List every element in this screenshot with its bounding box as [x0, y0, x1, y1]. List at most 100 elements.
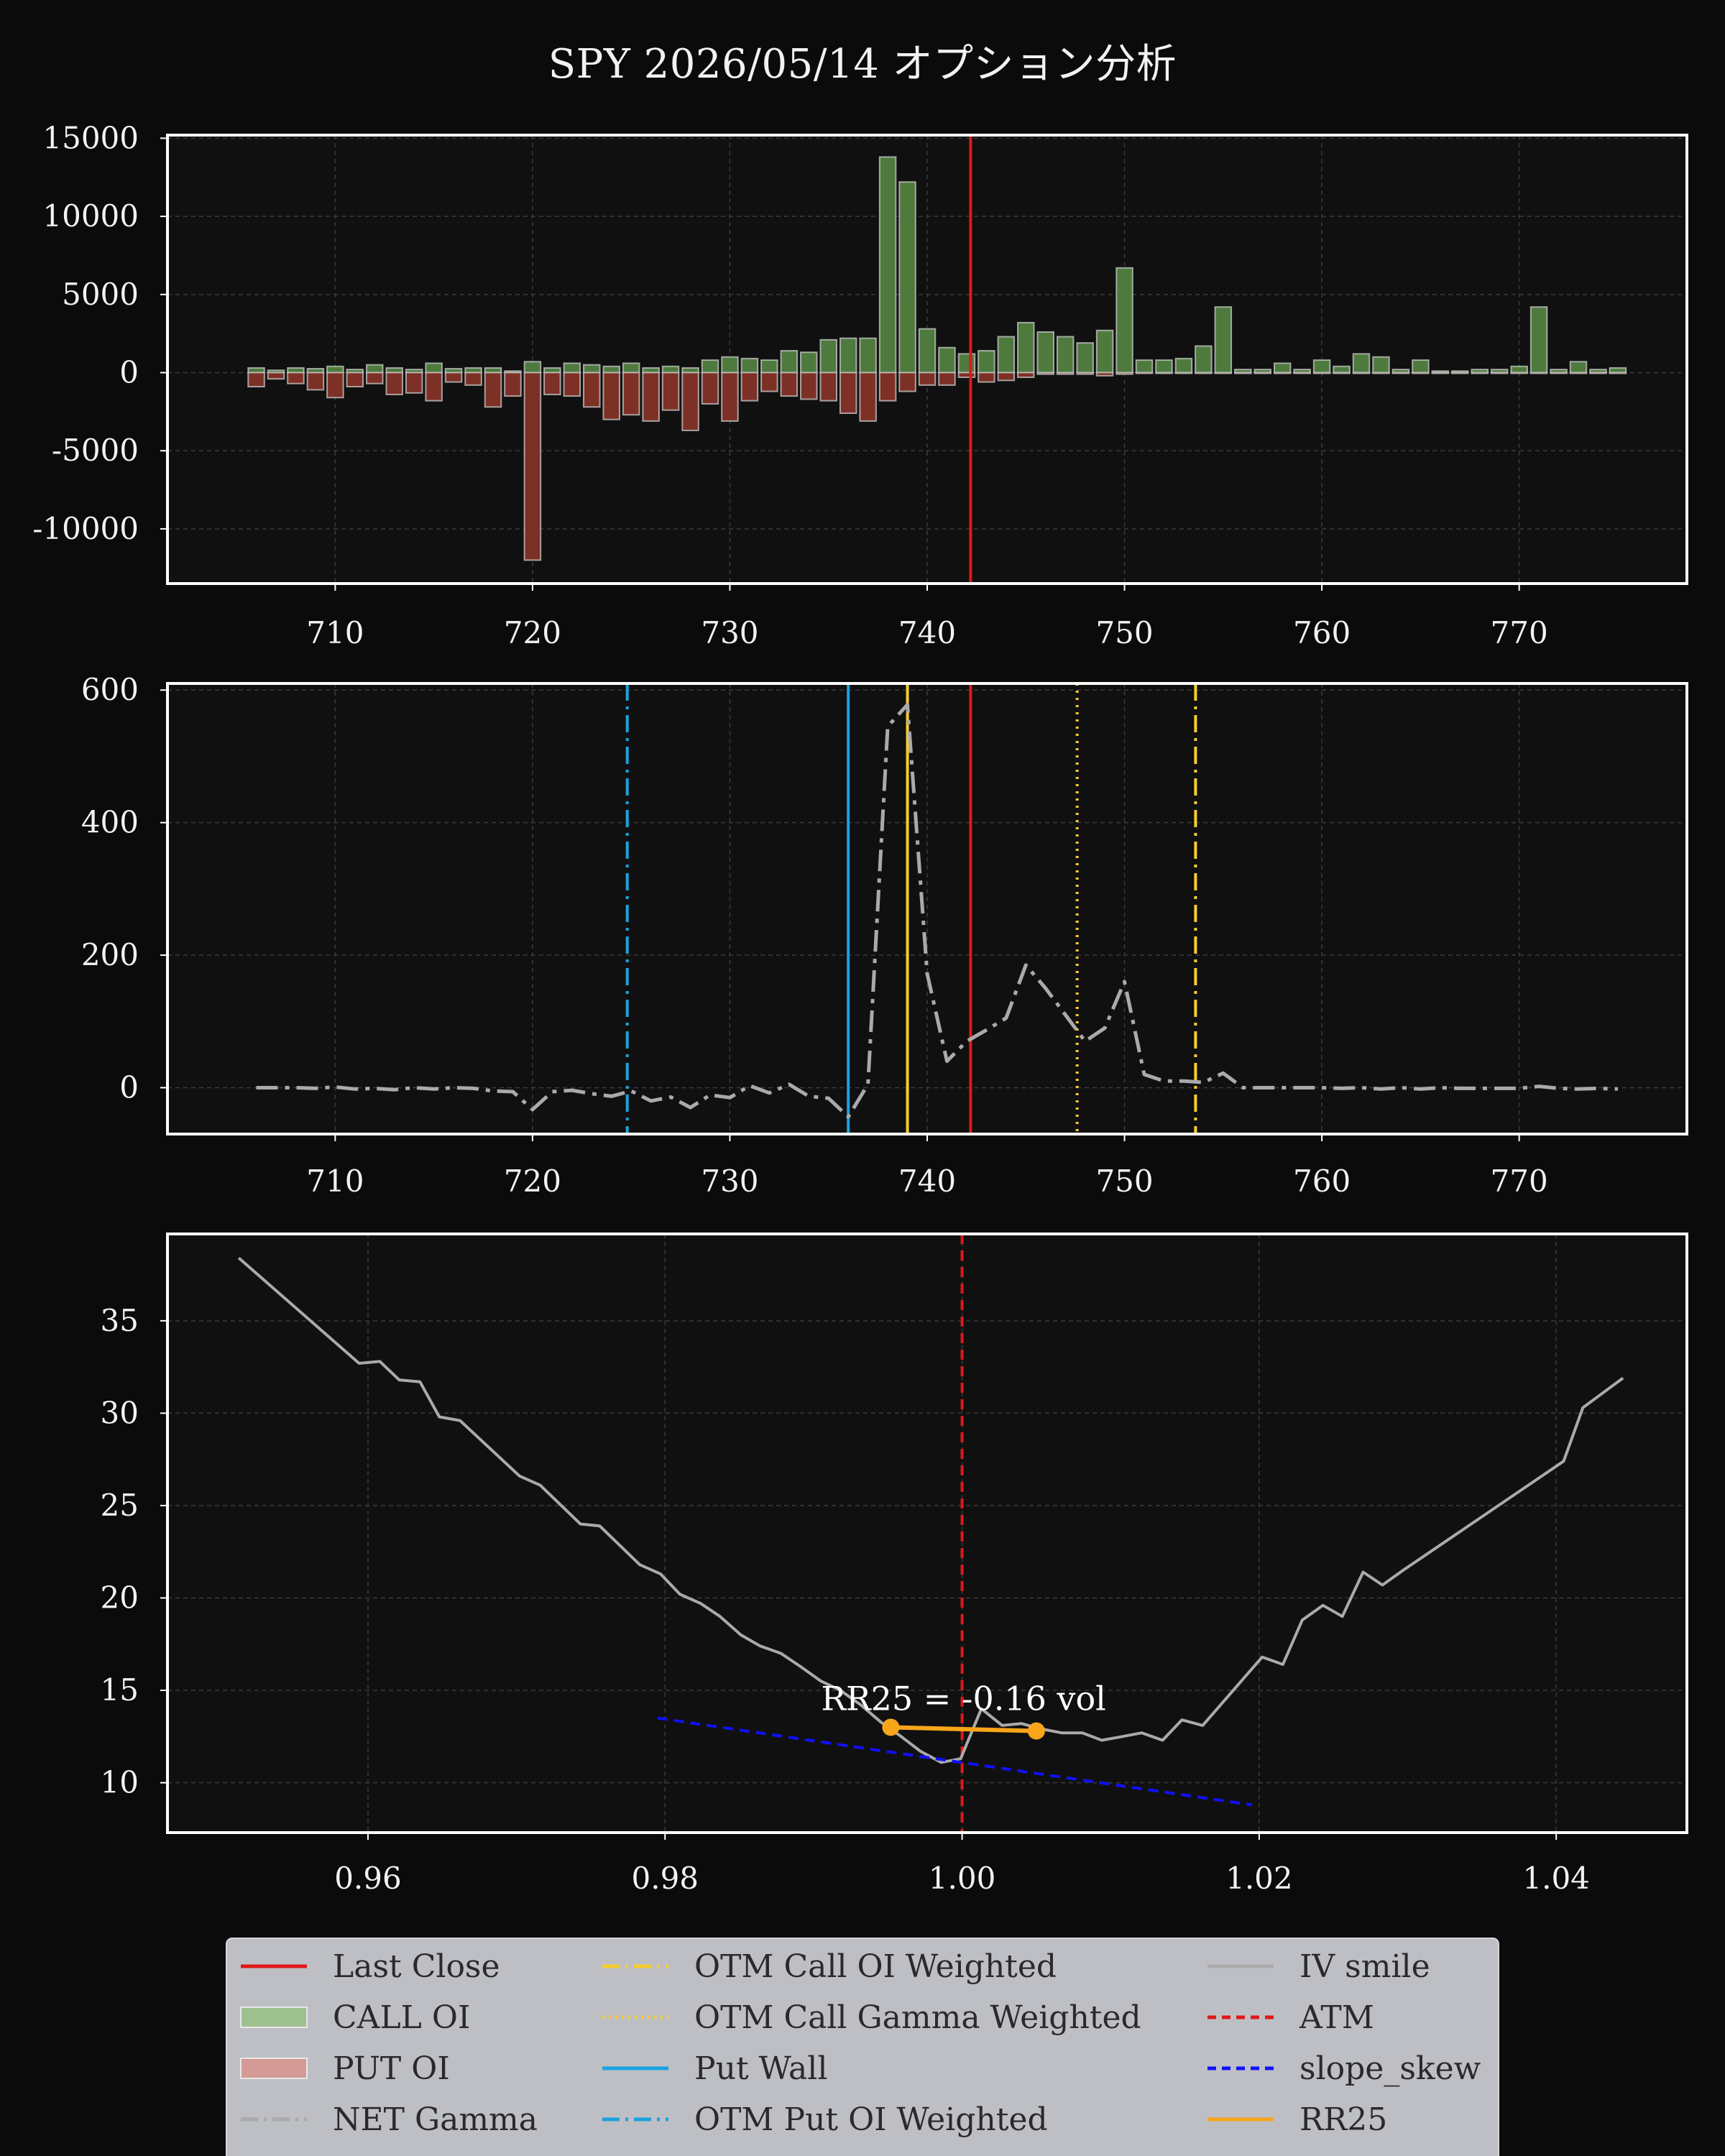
y-tick-label: 0: [119, 354, 139, 390]
x-tick-label: 750: [1095, 615, 1153, 650]
put-oi-bar: [1589, 372, 1607, 374]
put-oi-bar: [1530, 372, 1548, 374]
call-oi-bar: [1412, 359, 1430, 374]
legend-label: Last Close: [333, 1948, 500, 1985]
put-oi-bar: [938, 372, 956, 386]
put-oi-bar: [681, 372, 699, 431]
iv-panel: RR25 = -0.16 vol 0.96 0.98 1.00 1.02 1.04 35 30…: [101, 1233, 1688, 1896]
put-oi-bar: [563, 372, 581, 397]
call-oi-bar: [1312, 359, 1331, 374]
x-tick-label: 730: [701, 615, 758, 650]
call-oi-bar: [918, 328, 937, 374]
call-oi-bar: [1530, 306, 1548, 374]
put-oi-bar: [1412, 372, 1430, 374]
x-tick-label: 710: [306, 615, 364, 650]
x-tick-label: 730: [701, 1164, 758, 1199]
put-oi-bar: [1312, 372, 1331, 374]
call-oi-bar: [1333, 365, 1351, 374]
call-oi-bar: [1116, 267, 1133, 374]
call-oi-bar: [1095, 329, 1114, 374]
put-oi-bar: [287, 372, 305, 384]
x-tick-label: 1.04: [1522, 1861, 1590, 1896]
call-oi-bar: [701, 359, 719, 374]
put-oi-bar: [385, 372, 403, 395]
call-oi-bar: [366, 364, 384, 374]
put-oi-bar: [701, 372, 719, 405]
put-oi-bar: [346, 372, 364, 388]
put-oi-bar: [1116, 372, 1133, 375]
y-tick-label: 0: [119, 1069, 139, 1105]
put-oi-bar: [997, 372, 1016, 382]
put-oi-bar: [267, 372, 285, 380]
put-oi-bar: [1609, 372, 1627, 374]
put-oi-bar: [1490, 372, 1509, 374]
put-oi-bar: [642, 372, 660, 422]
put-oi-bar: [602, 372, 620, 420]
legend-label: Put Wall: [694, 2050, 827, 2087]
y-tick-label: -10000: [32, 511, 139, 546]
legend-label: OTM Call OI Weighted: [694, 1948, 1057, 1985]
put-oi-bar: [1352, 372, 1371, 374]
y-tick-label: 20: [101, 1580, 139, 1615]
call-oi-bar: [938, 346, 956, 374]
call-oi-bar: [622, 362, 640, 374]
call-oi-bar: [425, 362, 443, 374]
put-oi-bar: [1431, 372, 1450, 374]
call-oi-bar: [957, 353, 976, 374]
legend-swatch: [240, 2058, 308, 2079]
put-oi-bar: [898, 372, 916, 392]
legend-label: OTM Call Gamma Weighted: [694, 1999, 1141, 2036]
legend-label: OTM Put OI Weighted: [694, 2101, 1048, 2138]
x-tick-label: 770: [1491, 1164, 1548, 1199]
put-oi-bar: [1195, 372, 1213, 374]
legend-label: PUT OI: [333, 2050, 450, 2087]
call-oi-bar: [1036, 331, 1054, 374]
call-oi-bar: [978, 350, 995, 374]
y-tick-label: 600: [81, 672, 139, 707]
put-oi-bar: [622, 372, 640, 416]
put-oi-bar: [1135, 372, 1154, 374]
x-tick-label: 740: [898, 1164, 956, 1199]
y-tick-label: 5000: [62, 277, 139, 312]
call-oi-bar: [326, 365, 344, 374]
put-oi-bar: [1273, 372, 1292, 374]
y-tick-label: 25: [101, 1488, 139, 1523]
x-tick-label: 760: [1293, 615, 1351, 650]
figure: SPY 2026/05/14 オプション分析 710 720 730 740 750 76…: [0, 0, 1725, 2156]
put-oi-bar: [721, 372, 739, 422]
rr25-annotation: RR25 = -0.16 vol: [821, 1679, 1106, 1718]
put-oi-bar: [878, 372, 897, 402]
call-oi-bar: [1195, 345, 1213, 374]
put-oi-bar: [978, 372, 995, 383]
call-oi-bar: [1056, 336, 1075, 374]
call-oi-bar: [583, 364, 601, 374]
x-tick-label: 740: [898, 615, 956, 650]
put-oi-bar: [523, 372, 542, 561]
y-tick-label: 15000: [42, 120, 139, 155]
put-oi-bar: [1056, 372, 1075, 375]
gamma-panel: 710 720 730 740 750 760 770 600 400 200 0: [81, 672, 1688, 1199]
put-oi-bar: [800, 372, 818, 400]
put-oi-bar: [1510, 372, 1528, 374]
x-tick-label: 1.02: [1225, 1861, 1293, 1896]
call-oi-bar: [1372, 356, 1390, 374]
y-tick-label: 35: [101, 1303, 139, 1338]
put-oi-bar: [444, 372, 463, 383]
put-oi-bar: [1392, 372, 1410, 374]
put-oi-bar: [484, 372, 502, 408]
call-oi-bar: [1135, 359, 1154, 374]
legend-label: slope_skew: [1300, 2050, 1481, 2087]
call-oi-bar: [523, 361, 542, 374]
put-oi-bar: [1293, 372, 1311, 374]
put-oi-bar: [661, 372, 680, 411]
y-tick-label: 400: [81, 805, 139, 840]
put-oi-bar: [306, 372, 325, 391]
rr25-point: [1027, 1722, 1045, 1740]
legend-label: RR25: [1300, 2101, 1387, 2138]
legend-label: ATM: [1299, 1999, 1374, 2036]
call-oi-bar: [839, 337, 857, 374]
put-oi-bar: [504, 372, 522, 397]
y-tick-label: 30: [101, 1395, 139, 1430]
legend-swatch: [240, 2007, 308, 2028]
x-tick-label: 770: [1491, 615, 1548, 650]
